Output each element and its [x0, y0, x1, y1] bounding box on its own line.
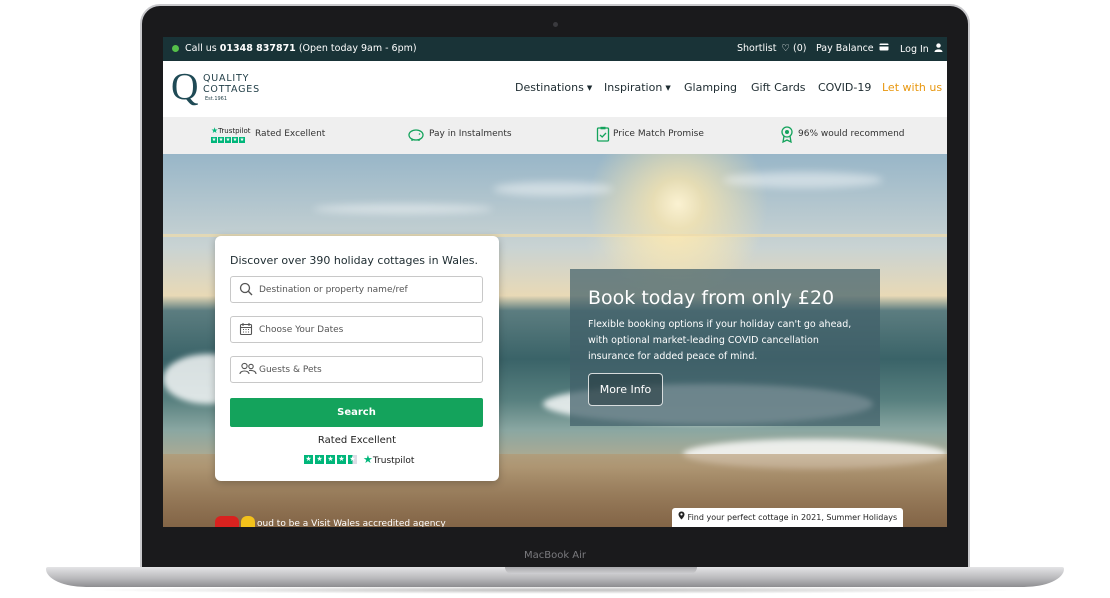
half-star-icon: ★: [348, 455, 357, 464]
promo-description: Flexible booking options if your holiday…: [588, 319, 852, 362]
logo-text-est: Est.1961: [205, 96, 228, 102]
trust-price-match: Price Match Promise: [613, 129, 704, 139]
search-button[interactable]: Search: [230, 398, 483, 427]
opening-hours: (Open today 9am - 6pm): [298, 43, 417, 54]
star-icon: ★: [337, 455, 346, 464]
search-rated-excellent: Rated Excellent: [317, 435, 397, 446]
online-status-dot: [172, 45, 179, 52]
shortlist-link[interactable]: Shortlist ♡ (0): [737, 43, 807, 54]
pay-balance-label: Pay Balance: [816, 43, 874, 54]
star-icon: ★: [211, 137, 217, 143]
device-label: MacBook Air: [523, 550, 587, 561]
laptop-shadow: [80, 586, 1030, 594]
nav-let-with-us[interactable]: Let with us: [882, 81, 942, 94]
map-pin-icon: [678, 511, 688, 522]
trust-would-recommend: 96% would recommend: [798, 129, 905, 139]
trust-pay-instalments: Pay in Instalments: [429, 129, 512, 139]
dates-input[interactable]: Choose Your Dates: [230, 316, 483, 343]
more-info-button[interactable]: More Info: [588, 373, 663, 406]
trustpilot-logo: ★Trustpilot: [363, 453, 414, 466]
nav-inspiration[interactable]: Inspiration ▼: [604, 81, 671, 94]
call-prefix: Call us: [185, 43, 217, 54]
star-icon: ★: [225, 137, 231, 143]
destination-input[interactable]: Destination or property name/ref: [230, 276, 483, 303]
utility-bar: Call us 01348 837871 (Open today 9am - 6…: [163, 37, 947, 61]
cloud-shape: [313, 204, 493, 214]
nav-covid[interactable]: COVID-19: [818, 81, 871, 94]
search-heading: Discover over 390 holiday cottages in Wa…: [230, 254, 479, 267]
trustpilot-rating[interactable]: ★ ★ ★ ★ ★ ★Trustpilot: [304, 453, 414, 466]
trustpilot-star-icon: ★: [363, 453, 373, 466]
promo-panel: Book today from only £20 Flexible bookin…: [570, 269, 880, 426]
trustpilot-word: Trustpilot: [218, 127, 251, 135]
trustpilot-mini-logo: ★Trustpilot: [211, 126, 251, 136]
hero-banner: Discover over 390 holiday cottages in Wa…: [163, 154, 947, 527]
nav-destinations[interactable]: Destinations ▼: [515, 81, 592, 94]
shortlist-count: (0): [793, 43, 807, 54]
logo-text-cottages: COTTAGES: [203, 84, 260, 95]
laptop-notch: [505, 567, 697, 574]
cloud-shape: [493, 182, 613, 196]
nav-gift-cards[interactable]: Gift Cards: [751, 81, 806, 94]
photo-caption-text: Find your perfect cottage in 2021, Summe…: [687, 513, 898, 522]
people-icon: [239, 362, 257, 376]
award-ribbon-icon: [780, 126, 794, 146]
webcam: [553, 22, 558, 27]
trustpilot-label: Trustpilot: [372, 456, 415, 466]
star-icon: ★: [232, 137, 238, 143]
website-screen: Call us 01348 837871 (Open today 9am - 6…: [163, 37, 947, 527]
logo-mark: Q: [171, 66, 199, 108]
search-card: Discover over 390 holiday cottages in Wa…: [215, 236, 499, 481]
visit-wales-badge[interactable]: oud to be a Visit Wales accredited agenc…: [215, 516, 446, 527]
cloud-shape: [723, 172, 883, 188]
guests-input[interactable]: Guests & Pets: [230, 356, 483, 383]
call-us-text: Call us 01348 837871 (Open today 9am - 6…: [185, 43, 417, 54]
caret-down-icon: ▼: [586, 84, 593, 92]
trustpilot-mini-stars: ★ ★ ★ ★ ★: [211, 137, 245, 143]
shortlist-label: Shortlist: [737, 43, 777, 54]
search-icon: [239, 282, 253, 296]
star-icon: ★: [304, 455, 313, 464]
star-icon: ★: [315, 455, 324, 464]
star-icon: ★: [326, 455, 335, 464]
pay-balance-link[interactable]: Pay Balance: [816, 43, 889, 54]
heart-icon: ♡: [781, 43, 791, 54]
visit-wales-logo-icon: [241, 516, 255, 527]
star-icon: ★: [218, 137, 224, 143]
laptop-chin: MacBook Air: [163, 527, 947, 567]
dates-placeholder: Choose Your Dates: [259, 325, 344, 335]
nav-glamping[interactable]: Glamping: [684, 81, 737, 94]
card-icon: [879, 43, 889, 54]
nav-destinations-label: Destinations: [515, 81, 584, 94]
trust-rated-excellent: Rated Excellent: [255, 129, 326, 139]
piggy-bank-icon: [407, 126, 425, 145]
calendar-icon: [239, 322, 253, 336]
visit-wales-text: oud to be a Visit Wales accredited agenc…: [257, 519, 446, 527]
user-icon: [934, 43, 943, 55]
login-label: Log In: [900, 44, 929, 55]
phone-link[interactable]: 01348 837871: [220, 43, 296, 54]
visit-wales-logo-icon: [215, 516, 239, 527]
trust-bar: ★Trustpilot ★ ★ ★ ★ ★ Rated Excellent Pay in…: [163, 117, 947, 154]
laptop-base: [46, 567, 1064, 587]
photo-caption[interactable]: Find your perfect cottage in 2021, Summe…: [672, 508, 904, 527]
guests-placeholder: Guests & Pets: [259, 365, 322, 375]
main-navbar: Q QUALITY COTTAGES Est.1961 Destinations…: [163, 61, 947, 117]
caret-down-icon: ▼: [665, 84, 671, 92]
login-link[interactable]: Log In: [900, 43, 943, 55]
destination-placeholder: Destination or property name/ref: [259, 285, 408, 295]
nav-inspiration-label: Inspiration: [604, 81, 663, 94]
promo-title: Book today from only £20: [588, 287, 835, 309]
logo-text-quality: QUALITY: [203, 73, 250, 84]
clipboard-check-icon: [596, 126, 610, 145]
star-icon: ★: [239, 137, 245, 143]
